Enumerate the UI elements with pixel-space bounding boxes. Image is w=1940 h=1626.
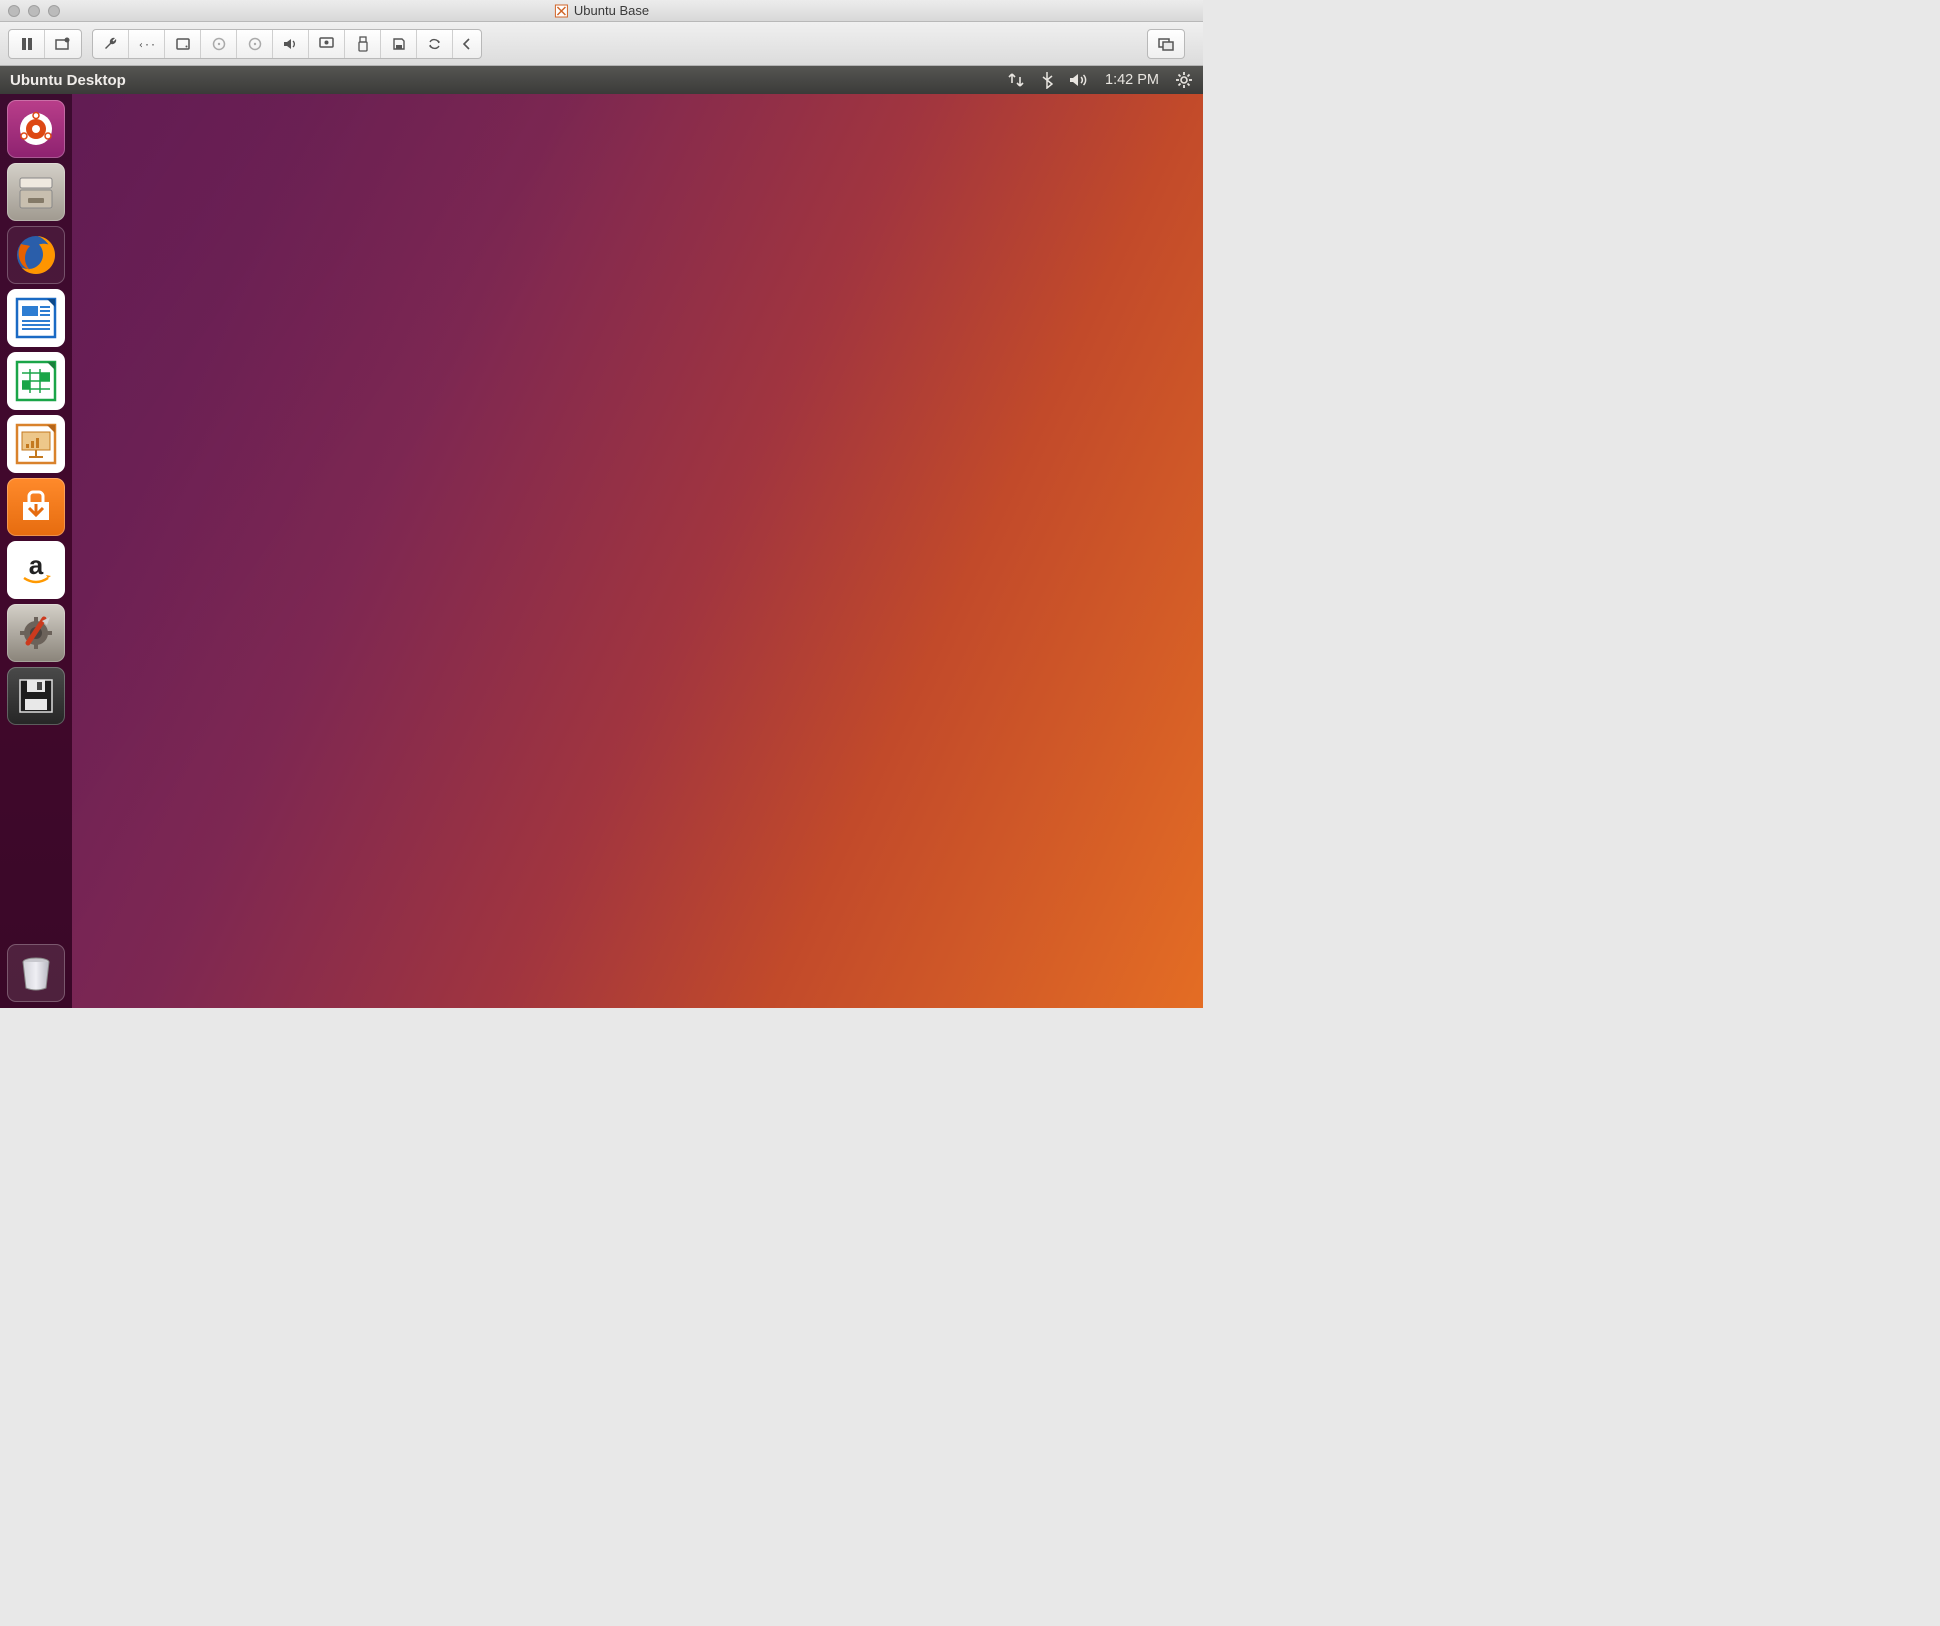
settings-indicator[interactable]: [1175, 71, 1193, 89]
snapshot-icon: [55, 36, 71, 52]
usb-icon: [357, 36, 369, 52]
wrench-icon: [103, 36, 119, 52]
vm-app-icon: [554, 4, 568, 18]
harddrive-button[interactable]: [165, 30, 201, 58]
collapse-left-icon: [463, 38, 471, 50]
amazon-icon: a: [14, 548, 58, 592]
cd2-button[interactable]: [237, 30, 273, 58]
traffic-zoom-icon[interactable]: [48, 5, 60, 17]
settings-app-icon: [14, 611, 58, 655]
writer-icon: [14, 296, 58, 340]
launcher-impress[interactable]: [7, 415, 65, 473]
svg-text:a: a: [29, 550, 44, 580]
trash-icon: [15, 952, 57, 994]
sound-indicator[interactable]: [1069, 72, 1089, 88]
floppy-icon: [392, 37, 406, 51]
sync-button[interactable]: [417, 30, 453, 58]
pause-icon: [20, 37, 34, 51]
sound-button[interactable]: [273, 30, 309, 58]
sound-indicator-icon: [1069, 72, 1089, 88]
panel-title: Ubuntu Desktop: [10, 72, 126, 89]
cd1-icon: [212, 37, 226, 51]
cd2-icon: [248, 37, 262, 51]
launcher-settings[interactable]: [7, 604, 65, 662]
launcher-amazon[interactable]: a: [7, 541, 65, 599]
display-button[interactable]: [309, 30, 345, 58]
launcher-disk[interactable]: [7, 667, 65, 725]
impress-icon: [14, 422, 58, 466]
ubuntu-desktop-wallpaper[interactable]: [72, 94, 1203, 1008]
pause-button[interactable]: [9, 30, 45, 58]
panel-indicators: 1:42 PM: [1007, 71, 1193, 89]
vm-devices-group: ‹··›: [92, 29, 482, 59]
host-window-title: Ubuntu Base: [554, 3, 649, 18]
collapse-button[interactable]: [453, 30, 481, 58]
snapshot-button[interactable]: [45, 30, 81, 58]
vm-controls-group: [8, 29, 82, 59]
display-icon: [319, 37, 334, 51]
fullscreen-button[interactable]: [1148, 30, 1184, 58]
traffic-lights: [8, 5, 60, 17]
software-icon: [15, 486, 57, 528]
disk-icon: [15, 675, 57, 717]
sync-icon: [427, 37, 442, 51]
traffic-close-icon[interactable]: [8, 5, 20, 17]
launcher-writer[interactable]: [7, 289, 65, 347]
host-titlebar: Ubuntu Base: [0, 0, 1203, 22]
dash-icon: [15, 108, 57, 150]
ubuntu-body: a: [0, 94, 1203, 1008]
launcher-calc[interactable]: [7, 352, 65, 410]
launcher-firefox[interactable]: [7, 226, 65, 284]
bluetooth-indicator-icon: [1041, 71, 1053, 89]
cd1-button[interactable]: [201, 30, 237, 58]
calc-icon: [14, 359, 58, 403]
launcher-files[interactable]: [7, 163, 65, 221]
fullscreen-icon: [1158, 37, 1174, 51]
gear-indicator-icon: [1175, 71, 1193, 89]
launcher-trash[interactable]: [7, 944, 65, 1002]
svg-text:‹··›: ‹··›: [138, 40, 156, 50]
network-indicator[interactable]: [1007, 72, 1025, 88]
floppy-button[interactable]: [381, 30, 417, 58]
unity-launcher: a: [0, 94, 72, 1008]
harddrive-icon: [176, 37, 190, 51]
time-indicator[interactable]: 1:42 PM: [1105, 72, 1159, 88]
sound-icon: [283, 37, 299, 51]
network-button[interactable]: ‹··›: [129, 30, 165, 58]
bluetooth-indicator[interactable]: [1041, 71, 1053, 89]
usb-button[interactable]: [345, 30, 381, 58]
ubuntu-top-panel: Ubuntu Desktop 1:42 PM: [0, 66, 1203, 94]
firefox-icon: [11, 230, 61, 280]
host-window-title-text: Ubuntu Base: [574, 3, 649, 18]
vm-toolbar: ‹··›: [0, 22, 1203, 66]
vm-view-group: [1147, 29, 1185, 59]
settings-button[interactable]: [93, 30, 129, 58]
launcher-dash[interactable]: [7, 100, 65, 158]
network-indicator-icon: [1007, 72, 1025, 88]
launcher-software[interactable]: [7, 478, 65, 536]
traffic-minimize-icon[interactable]: [28, 5, 40, 17]
files-icon: [14, 170, 58, 214]
network-icon: ‹··›: [138, 38, 156, 50]
